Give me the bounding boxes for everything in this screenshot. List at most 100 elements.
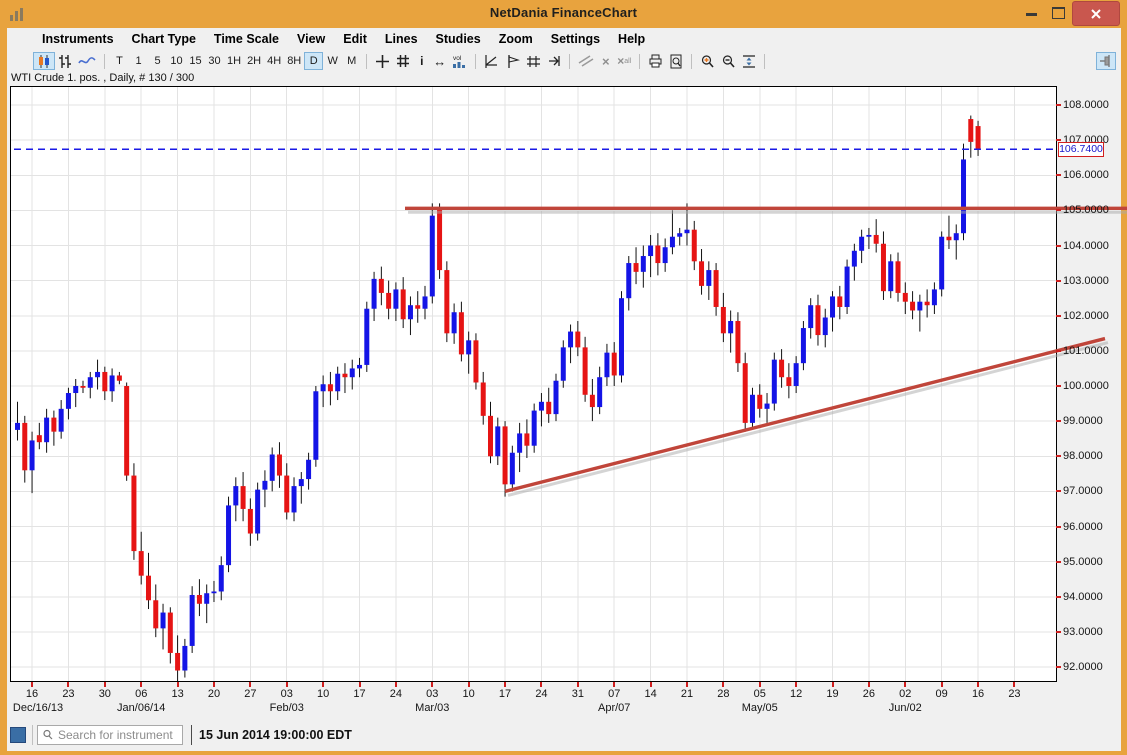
timescale-button-8h[interactable]: 8H: [284, 52, 304, 70]
delete-line-button[interactable]: ×: [597, 52, 614, 70]
candle-body-mar-18: [510, 453, 515, 485]
ohlc-bar-chart-button[interactable]: [55, 52, 75, 70]
pin-toolbar-button[interactable]: [1096, 52, 1116, 70]
scroll-horizontal-button[interactable]: ↔: [430, 52, 449, 70]
menu-item-zoom[interactable]: Zoom: [490, 32, 542, 46]
chart-canvas[interactable]: [10, 86, 1057, 682]
search-input[interactable]: Search for instrument: [37, 725, 183, 745]
candle-body-dec-31: [110, 375, 115, 391]
candle-body-jun-16: [976, 126, 981, 149]
line-chart-button[interactable]: [75, 52, 99, 70]
candle-body-mar-20: [524, 433, 529, 445]
candle-body-jan-27: [248, 509, 253, 534]
timescale-button-d[interactable]: D: [304, 52, 323, 70]
menu-item-settings[interactable]: Settings: [542, 32, 609, 46]
candle-body-jun-10: [946, 237, 951, 241]
menu-item-time-scale[interactable]: Time Scale: [205, 32, 288, 46]
candle-body-jan-09: [161, 613, 166, 629]
candle-body-may-06: [765, 404, 770, 409]
menu-item-view[interactable]: View: [288, 32, 334, 46]
parallel-lines-tool-button[interactable]: [523, 52, 544, 70]
candle-body-feb-04: [292, 486, 297, 512]
toolbar-separator: [691, 54, 692, 69]
candle-body-jan-30: [270, 454, 275, 480]
candle-body-may-27: [874, 235, 879, 244]
candle-body-feb-25: [401, 289, 406, 319]
timescale-button-4h[interactable]: 4H: [264, 52, 284, 70]
candle-body-may-29: [888, 261, 893, 291]
candle-body-mar-05: [444, 270, 449, 333]
candle-body-jan-22: [226, 505, 231, 565]
trendline-tool-icon: [484, 54, 499, 69]
menu-item-help[interactable]: Help: [609, 32, 654, 46]
timescale-button-1[interactable]: 1: [129, 52, 148, 70]
vertical-line-tool-button[interactable]: [502, 52, 523, 70]
info-button[interactable]: i: [413, 52, 430, 70]
menu-item-chart-type[interactable]: Chart Type: [123, 32, 205, 46]
candle-body-jan-23: [233, 486, 238, 505]
candle-body-jun-11: [954, 233, 959, 240]
candle-body-jan-16: [197, 595, 202, 604]
grid-button[interactable]: [393, 52, 413, 70]
menu-item-studies[interactable]: Studies: [427, 32, 490, 46]
fit-vertical-icon: [742, 54, 756, 69]
print-preview-button[interactable]: [666, 52, 686, 70]
window-title: NetDania FinanceChart: [0, 5, 1127, 20]
candle-body-apr-18: [677, 233, 682, 237]
line-chart-icon: [78, 54, 96, 68]
candle-body-jan-21: [219, 565, 224, 591]
timescale-button-m[interactable]: M: [342, 52, 361, 70]
menu-item-instruments[interactable]: Instruments: [33, 32, 123, 46]
candle-body-feb-26: [408, 305, 413, 319]
timescale-button-1h[interactable]: 1H: [224, 52, 244, 70]
print-button[interactable]: [645, 52, 666, 70]
instrument-label: WTI Crude 1. pos. , Daily, # 130 / 300: [11, 72, 194, 84]
candle-body-apr-04: [604, 353, 609, 378]
zoom-in-button[interactable]: [697, 52, 718, 70]
current-price-box: 106.7400: [1058, 142, 1104, 157]
timescale-button-2h[interactable]: 2H: [244, 52, 264, 70]
zoom-out-button[interactable]: [718, 52, 739, 70]
crosshair-button[interactable]: [372, 52, 393, 70]
timescale-button-15[interactable]: 15: [186, 52, 205, 70]
candle-body-jan-17: [204, 593, 209, 604]
candle-body-may-22: [852, 251, 857, 267]
timescale-button-30[interactable]: 30: [205, 52, 224, 70]
candle-body-may-07: [772, 360, 777, 404]
print-icon: [648, 54, 663, 68]
candle-body-may-09: [786, 377, 791, 386]
pin-icon: [1099, 54, 1113, 68]
candle-body-apr-22: [692, 230, 697, 262]
candle-body-feb-28: [423, 296, 428, 308]
candle-body-dec-19: [51, 418, 56, 432]
minimize-button[interactable]: [1026, 13, 1037, 16]
menu-item-edit[interactable]: Edit: [334, 32, 376, 46]
close-button[interactable]: [1072, 1, 1120, 26]
fit-vertical-button[interactable]: [739, 52, 759, 70]
candlestick-chart-button[interactable]: [33, 52, 55, 70]
candlestick-chart-icon: [36, 54, 52, 69]
print-preview-icon: [669, 54, 683, 69]
candle-body-mar-13: [488, 416, 493, 456]
status-bar: Search for instrument 15 Jun 2014 19:00:…: [7, 719, 1121, 751]
svg-text:vol: vol: [453, 55, 462, 62]
candle-body-jun-06: [932, 289, 937, 305]
trendline-tool-button[interactable]: [481, 52, 502, 70]
candle-body-feb-12: [335, 374, 340, 392]
channel-tool-button[interactable]: [575, 52, 597, 70]
toolbar-separator: [639, 54, 640, 69]
timescale-button-10[interactable]: 10: [167, 52, 186, 70]
maximize-button[interactable]: [1052, 7, 1065, 19]
delete-all-lines-button[interactable]: ×all: [614, 52, 634, 70]
candle-body-dec-26: [88, 377, 93, 388]
candle-body-jun-04: [917, 302, 922, 311]
candle-body-apr-30: [735, 321, 740, 363]
timescale-button-w[interactable]: W: [323, 52, 342, 70]
pointer-tool-button[interactable]: [544, 52, 564, 70]
menu-item-lines[interactable]: Lines: [376, 32, 427, 46]
timescale-button-5[interactable]: 5: [148, 52, 167, 70]
timescale-button-t[interactable]: T: [110, 52, 129, 70]
instrument-color-swatch[interactable]: [10, 727, 26, 743]
toolbar: T151015301H2H4H8HDWM i ↔ vol: [7, 50, 1121, 72]
volume-button[interactable]: vol: [449, 52, 470, 70]
